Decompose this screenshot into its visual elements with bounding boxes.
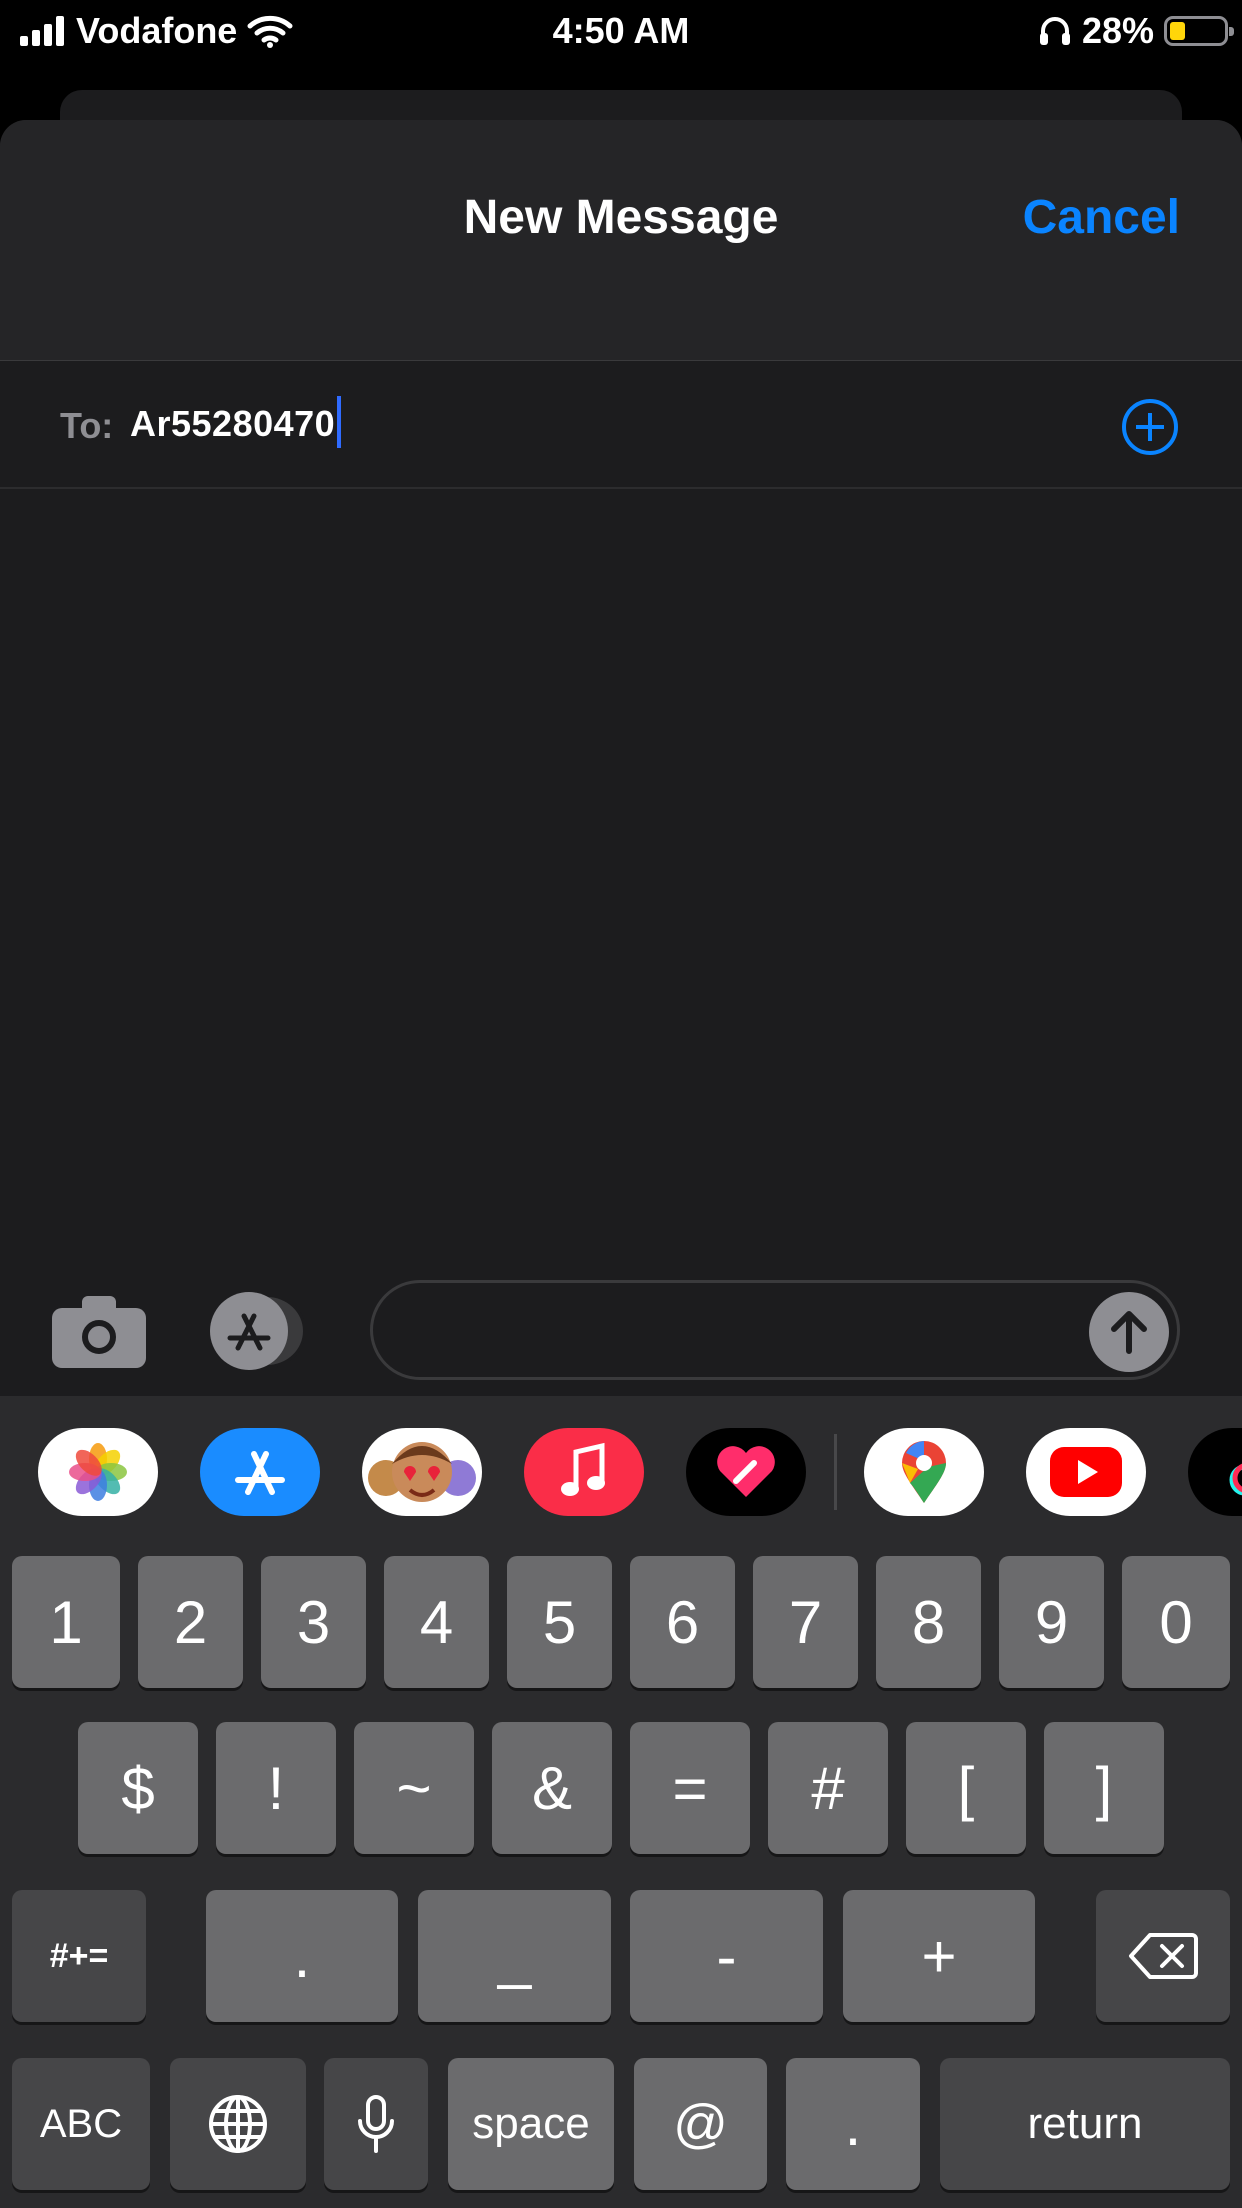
key-dollar[interactable]: $ (78, 1722, 198, 1854)
recipient-input[interactable]: Ar55280470 (130, 396, 342, 449)
symbols-toggle-key[interactable]: #+= (12, 1890, 146, 2022)
at-key[interactable]: @ (634, 2058, 767, 2190)
key-underscore[interactable]: _ (418, 1890, 611, 2022)
text-cursor (337, 396, 342, 449)
battery-icon (1164, 16, 1234, 46)
key-close-bracket[interactable]: ] (1044, 1722, 1164, 1854)
recipient-row[interactable]: To: Ar55280470 (0, 361, 1242, 489)
return-key[interactable]: return (940, 2058, 1230, 2190)
key-exclamation[interactable]: ! (216, 1722, 336, 1854)
key-equals[interactable]: = (630, 1722, 750, 1854)
google-maps-app-icon[interactable] (864, 1428, 984, 1516)
photos-app-icon[interactable] (38, 1428, 158, 1516)
music-app-icon[interactable] (524, 1428, 644, 1516)
recipient-text: Ar55280470 (130, 403, 336, 444)
globe-icon (209, 2095, 267, 2153)
key-6[interactable]: 6 (630, 1556, 735, 1688)
key-4[interactable]: 4 (384, 1556, 489, 1688)
key-hash[interactable]: # (768, 1722, 888, 1854)
digital-touch-app-icon[interactable] (686, 1428, 806, 1516)
key-tilde[interactable]: ~ (354, 1722, 474, 1854)
message-input[interactable] (370, 1280, 1180, 1380)
key-ampersand[interactable]: & (492, 1722, 612, 1854)
app-strip (0, 1396, 1242, 1546)
microphone-icon (358, 2095, 394, 2153)
add-contact-icon[interactable] (1122, 399, 1178, 455)
battery-fill (1170, 22, 1185, 40)
send-arrow-icon[interactable] (1089, 1292, 1169, 1372)
key-3[interactable]: 3 (261, 1556, 366, 1688)
app-store-app-icon[interactable] (200, 1428, 320, 1516)
key-plus[interactable]: + (843, 1890, 1035, 2022)
keyboard: 1 2 3 4 5 6 7 8 9 0 $ ! ~ & = # [ ] #+= … (0, 1396, 1242, 2208)
memoji-app-icon[interactable] (362, 1428, 482, 1516)
key-1[interactable]: 1 (12, 1556, 120, 1688)
youtube-app-icon[interactable] (1026, 1428, 1146, 1516)
headphones-icon (1039, 17, 1070, 45)
key-hyphen[interactable]: - (630, 1890, 823, 2022)
key-open-bracket[interactable]: [ (906, 1722, 1026, 1854)
key-0[interactable]: 0 (1122, 1556, 1230, 1688)
dot-key[interactable]: . (786, 2058, 920, 2190)
backspace-key[interactable] (1096, 1890, 1230, 2022)
key-9[interactable]: 9 (999, 1556, 1104, 1688)
strip-divider (834, 1434, 837, 1510)
to-label: To: (60, 405, 114, 446)
key-8[interactable]: 8 (876, 1556, 981, 1688)
nav-bar: New Message Cancel (0, 120, 1242, 361)
dictation-key[interactable] (324, 2058, 428, 2190)
globe-key[interactable] (170, 2058, 306, 2190)
abc-key[interactable]: ABC (12, 2058, 150, 2190)
delete-icon (1129, 1933, 1198, 1979)
key-5[interactable]: 5 (507, 1556, 612, 1688)
key-7[interactable]: 7 (753, 1556, 858, 1688)
app-store-icon[interactable] (210, 1292, 306, 1370)
compose-bar (0, 1276, 1242, 1396)
battery-percent: 28% (1081, 10, 1154, 51)
cancel-button[interactable]: Cancel (1023, 190, 1180, 245)
space-key[interactable]: space (448, 2058, 614, 2190)
status-right: 28% (1038, 8, 1234, 54)
key-2[interactable]: 2 (138, 1556, 243, 1688)
camera-icon[interactable] (52, 1296, 146, 1368)
key-period[interactable]: . (206, 1890, 398, 2022)
tiktok-app-icon[interactable] (1188, 1428, 1242, 1516)
status-bar: Vodafone 4:50 AM 28% (0, 0, 1242, 64)
